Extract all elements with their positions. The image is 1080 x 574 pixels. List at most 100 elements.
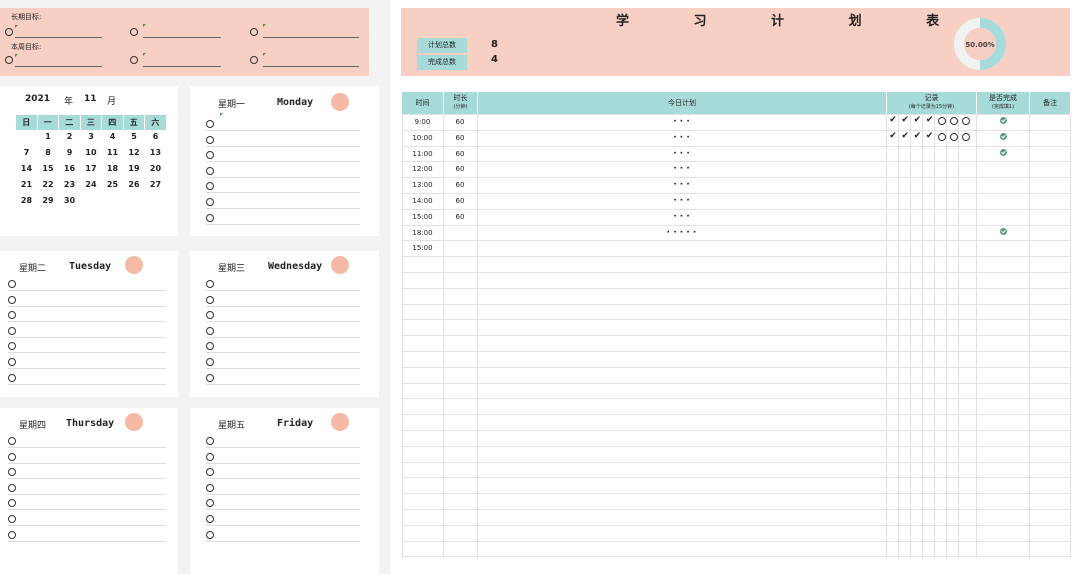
- row-time[interactable]: 12:00: [402, 165, 443, 173]
- day-task-row[interactable]: [206, 432, 360, 448]
- record-empty-slot[interactable]: [950, 117, 958, 125]
- day-task-row[interactable]: [8, 448, 166, 464]
- calendar-day[interactable]: 5: [124, 132, 145, 141]
- task-checkbox[interactable]: [8, 358, 16, 366]
- task-checkbox[interactable]: [206, 151, 214, 160]
- calendar-day[interactable]: 21: [16, 180, 37, 189]
- goal-field[interactable]: [15, 66, 102, 67]
- goal-radio[interactable]: [250, 56, 258, 64]
- day-task-row[interactable]: [8, 510, 166, 526]
- row-time[interactable]: 11:00: [402, 150, 443, 158]
- calendar-day[interactable]: 11: [102, 148, 123, 157]
- task-checkbox[interactable]: [206, 483, 214, 492]
- task-checkbox[interactable]: [8, 483, 16, 492]
- record-empty-slot[interactable]: [937, 117, 946, 125]
- goal-radio[interactable]: [5, 56, 13, 64]
- day-task-row[interactable]: [8, 463, 166, 480]
- row-duration[interactable]: 60: [443, 165, 477, 173]
- calendar-day[interactable]: 25: [102, 180, 123, 189]
- row-time[interactable]: 18:00: [402, 229, 443, 237]
- task-checkbox[interactable]: [8, 499, 16, 508]
- day-task-row[interactable]: [8, 526, 166, 542]
- calendar-day[interactable]: 28: [16, 196, 37, 205]
- done-check-icon[interactable]: [1000, 132, 1007, 140]
- task-checkbox[interactable]: [8, 280, 16, 288]
- calendar-day[interactable]: 8: [38, 148, 59, 157]
- task-checkbox[interactable]: [8, 468, 16, 477]
- record-check-icon[interactable]: ✔: [925, 115, 935, 125]
- goal-radio[interactable]: [130, 28, 138, 36]
- done-check-icon[interactable]: [1000, 117, 1007, 124]
- calendar-day[interactable]: 16: [59, 164, 80, 173]
- day-task-row[interactable]: [206, 448, 360, 464]
- task-checkbox[interactable]: [8, 373, 16, 382]
- task-checkbox[interactable]: [206, 373, 214, 382]
- row-duration[interactable]: 60: [443, 134, 477, 142]
- calendar-day[interactable]: 30: [59, 196, 80, 205]
- task-checkbox[interactable]: [206, 166, 214, 175]
- calendar-day[interactable]: 27: [145, 180, 166, 189]
- task-checkbox[interactable]: [8, 515, 16, 523]
- day-task-row[interactable]: [8, 353, 166, 369]
- done-check-icon[interactable]: [1000, 227, 1007, 235]
- goal-field[interactable]: [263, 66, 359, 67]
- day-task-row[interactable]: [8, 432, 166, 448]
- day-task-row[interactable]: [206, 209, 360, 225]
- calendar-day[interactable]: 7: [16, 148, 37, 157]
- row-plan[interactable]: · · ·: [477, 149, 886, 159]
- calendar-day[interactable]: 10: [81, 148, 102, 157]
- task-checkbox[interactable]: [8, 326, 16, 335]
- day-task-row[interactable]: [8, 306, 166, 323]
- day-task-row[interactable]: [206, 353, 360, 369]
- day-task-row[interactable]: [206, 337, 360, 354]
- task-checkbox[interactable]: [206, 135, 214, 144]
- record-check-icon[interactable]: ✔: [912, 131, 922, 141]
- row-time[interactable]: 13:00: [402, 181, 443, 189]
- day-task-row[interactable]: [206, 479, 360, 495]
- row-duration[interactable]: 60: [443, 118, 477, 126]
- task-checkbox[interactable]: [8, 295, 16, 304]
- day-task-row[interactable]: [8, 369, 166, 385]
- task-checkbox[interactable]: [8, 452, 16, 461]
- calendar-day[interactable]: 24: [81, 180, 102, 189]
- day-task-row[interactable]: [206, 291, 360, 307]
- task-checkbox[interactable]: [206, 213, 214, 222]
- day-task-row[interactable]: [8, 494, 166, 511]
- day-task-row[interactable]: [8, 275, 166, 291]
- task-checkbox[interactable]: [8, 342, 16, 351]
- goal-field[interactable]: [143, 37, 221, 38]
- calendar-day[interactable]: 3: [81, 132, 102, 141]
- task-checkbox[interactable]: [8, 437, 16, 445]
- row-time[interactable]: 15:00: [402, 244, 443, 252]
- row-plan[interactable]: · · ·: [477, 196, 886, 206]
- row-duration[interactable]: 60: [443, 181, 477, 189]
- goal-radio[interactable]: [250, 28, 258, 36]
- record-empty-slot[interactable]: [950, 132, 958, 141]
- row-duration[interactable]: 60: [443, 150, 477, 158]
- calendar-day[interactable]: 22: [38, 180, 59, 189]
- day-task-row[interactable]: [206, 463, 360, 480]
- task-checkbox[interactable]: [206, 198, 214, 206]
- goal-field[interactable]: [15, 37, 102, 38]
- calendar-day[interactable]: 9: [59, 148, 80, 157]
- row-plan[interactable]: · · ·: [477, 164, 886, 174]
- calendar-day[interactable]: 2: [59, 132, 80, 141]
- row-duration[interactable]: 60: [443, 197, 477, 205]
- row-plan[interactable]: · · ·: [477, 180, 886, 190]
- day-task-row[interactable]: [206, 306, 360, 323]
- calendar-day[interactable]: 13: [145, 148, 166, 157]
- calendar-day[interactable]: 12: [124, 148, 145, 157]
- day-task-row[interactable]: [206, 494, 360, 511]
- day-task-row[interactable]: [8, 291, 166, 307]
- day-task-row[interactable]: [8, 479, 166, 495]
- task-checkbox[interactable]: [8, 530, 16, 539]
- calendar-day[interactable]: 19: [124, 164, 145, 173]
- task-checkbox[interactable]: [206, 280, 214, 288]
- day-task-row[interactable]: [206, 131, 360, 147]
- calendar-day[interactable]: 6: [145, 132, 166, 141]
- record-empty-slot[interactable]: [937, 132, 946, 141]
- record-check-icon[interactable]: ✔: [900, 131, 910, 141]
- goal-radio[interactable]: [5, 28, 13, 36]
- task-checkbox[interactable]: [206, 358, 214, 366]
- calendar-day[interactable]: 26: [124, 180, 145, 189]
